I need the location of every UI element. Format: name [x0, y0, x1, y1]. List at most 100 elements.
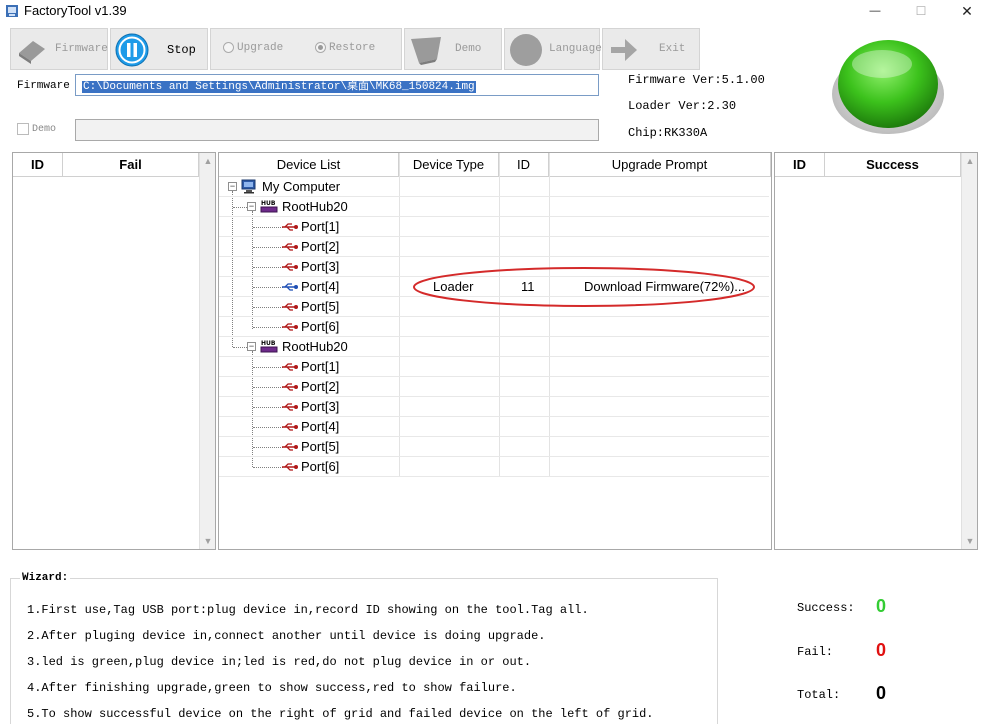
computer-icon	[241, 179, 256, 194]
device-type-header[interactable]: Device Type	[399, 153, 499, 177]
device-grid[interactable]: Device List Device Type ID Upgrade Promp…	[218, 152, 772, 550]
scroll-down-icon[interactable]: ▼	[962, 533, 978, 549]
fail-grid-fail-header[interactable]: Fail	[63, 153, 199, 177]
port-label: Port[6]	[301, 319, 340, 334]
demo-checkbox[interactable]	[17, 123, 29, 135]
port-row[interactable]: Port[1]	[219, 357, 769, 377]
svg-text:HUB: HUB	[261, 200, 276, 207]
port-label: Port[3]	[301, 259, 340, 274]
port-row[interactable]: Port[6]	[219, 317, 769, 337]
scroll-up-icon[interactable]: ▲	[962, 153, 978, 169]
success-grid-id-header[interactable]: ID	[775, 153, 825, 177]
firmware-label: Firmware	[55, 43, 108, 55]
firmware-icon	[19, 41, 45, 64]
pause-icon	[115, 33, 149, 67]
usb-active-icon	[282, 282, 298, 291]
usb-port-icon	[282, 382, 298, 391]
hub-icon: HUB	[260, 200, 278, 213]
upgrade-label: Upgrade	[237, 42, 284, 54]
demo-label: Demo	[455, 43, 482, 55]
collapse-icon[interactable]: −	[247, 202, 256, 211]
tree-row-root[interactable]: − My Computer	[219, 177, 769, 197]
fail-count: 0	[876, 640, 887, 660]
restore-radio[interactable]	[315, 42, 326, 53]
maximize-icon: ☐	[915, 4, 927, 18]
stop-button[interactable]: Stop	[110, 28, 208, 70]
close-button[interactable]: ✕	[944, 0, 990, 22]
usb-port-icon	[282, 242, 298, 251]
firmware-path-label: Firmware	[17, 80, 70, 92]
title-bar: FactoryTool v1.39 — ☐ ✕	[0, 0, 994, 22]
hub-label: RootHub20	[282, 339, 348, 354]
collapse-icon[interactable]: −	[247, 342, 256, 351]
demo-path-input[interactable]	[75, 119, 599, 141]
device-id-cell: 11	[521, 279, 535, 294]
stop-label: Stop	[167, 43, 196, 57]
usb-port-icon	[282, 222, 298, 231]
upgrade-prompt-cell: Download Firmware(72%)...	[584, 279, 746, 294]
device-id-header[interactable]: ID	[499, 153, 549, 177]
upgrade-prompt-header[interactable]: Upgrade Prompt	[549, 153, 771, 177]
port-row[interactable]: Port[1]	[219, 217, 769, 237]
success-grid-scrollbar[interactable]: ▲ ▼	[961, 153, 977, 549]
close-icon: ✕	[961, 2, 973, 19]
port-row[interactable]: Port[2]	[219, 377, 769, 397]
port-row[interactable]: Port[6]	[219, 457, 769, 477]
wizard-line: 1.First use,Tag USB port:plug device in,…	[27, 603, 589, 617]
port-label: Port[1]	[301, 359, 340, 374]
port-label: Port[2]	[301, 379, 340, 394]
port-label: Port[2]	[301, 239, 340, 254]
demo-checkbox-label: Demo	[32, 124, 57, 135]
port-row[interactable]: Port[3]	[219, 397, 769, 417]
svg-text:HUB: HUB	[261, 340, 276, 347]
usb-port-icon	[282, 262, 298, 271]
success-grid[interactable]: ID Success ▲ ▼	[774, 152, 978, 550]
demo-button[interactable]: Demo	[404, 28, 502, 70]
app-icon	[6, 5, 18, 17]
port-label: Port[5]	[301, 439, 340, 454]
port-row[interactable]: Port[2]	[219, 237, 769, 257]
success-grid-success-header[interactable]: Success	[825, 153, 961, 177]
port-row[interactable]: Port[3]	[219, 257, 769, 277]
upgrade-radio[interactable]	[223, 42, 234, 53]
tree-row-hub[interactable]: − HUB RootHub20	[219, 337, 769, 357]
wizard-line: 2.After pluging device in,connect anothe…	[27, 629, 546, 643]
port-row[interactable]: Port[4]	[219, 417, 769, 437]
success-count-label: Success:	[797, 601, 855, 615]
chip-name: Chip:RK330A	[628, 126, 708, 140]
wizard-box	[10, 578, 718, 724]
maximize-button[interactable]: ☐	[898, 0, 944, 22]
wizard-title: Wizard:	[20, 572, 71, 584]
tree-row-hub[interactable]: − HUB RootHub20	[219, 197, 769, 217]
arrow-right-icon	[611, 39, 637, 61]
fail-grid[interactable]: ID Fail ▲ ▼	[12, 152, 216, 550]
fail-grid-scrollbar[interactable]: ▲ ▼	[199, 153, 215, 549]
port-label: Port[4]	[301, 279, 340, 294]
device-list-header[interactable]: Device List	[219, 153, 399, 177]
demo-icon	[411, 37, 441, 65]
success-count: 0	[876, 596, 887, 616]
usb-port-icon	[282, 322, 298, 331]
port-row[interactable]: Port[5]	[219, 437, 769, 457]
wizard-line: 5.To show successful device on the right…	[27, 707, 654, 721]
exit-button[interactable]: Exit	[602, 28, 700, 70]
minimize-button[interactable]: —	[852, 0, 898, 22]
firmware-button[interactable]: Firmware	[10, 28, 108, 70]
tree-root-label: My Computer	[262, 179, 341, 194]
fail-count-label: Fail:	[797, 645, 834, 659]
port-label: Port[3]	[301, 399, 340, 414]
language-button[interactable]: Language	[504, 28, 602, 70]
port-row-active[interactable]: Port[4] Loader 11 Download Firmware(72%)…	[219, 277, 769, 297]
usb-port-icon	[282, 362, 298, 371]
fail-grid-id-header[interactable]: ID	[13, 153, 63, 177]
minimize-icon: —	[869, 5, 881, 17]
exit-label: Exit	[659, 43, 686, 55]
port-row[interactable]: Port[5]	[219, 297, 769, 317]
firmware-version: Firmware Ver:5.1.00	[628, 73, 765, 87]
scroll-down-icon[interactable]: ▼	[200, 533, 216, 549]
collapse-icon[interactable]: −	[228, 182, 237, 191]
firmware-path-input[interactable]: C:\Documents and Settings\Administrator\…	[75, 74, 599, 96]
usb-port-icon	[282, 422, 298, 431]
total-count-label: Total:	[797, 688, 841, 702]
scroll-up-icon[interactable]: ▲	[200, 153, 216, 169]
